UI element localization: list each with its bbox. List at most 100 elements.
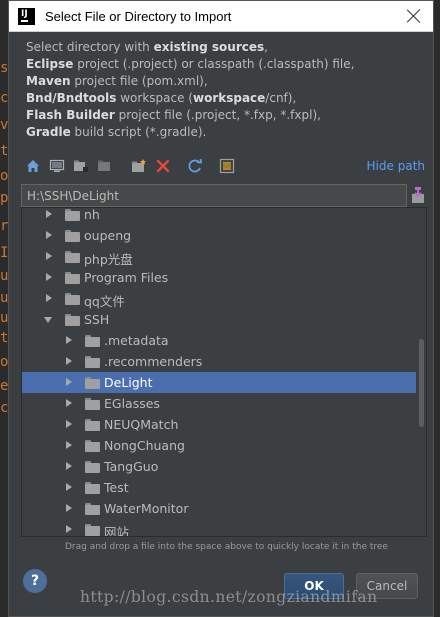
tree-row[interactable]: Program Files <box>22 267 416 288</box>
title-bar: IJ Select File or Directory to Import <box>9 1 433 32</box>
expand-arrow-icon[interactable] <box>66 357 72 365</box>
expand-arrow-icon[interactable] <box>66 336 72 344</box>
folder-body <box>85 484 100 494</box>
module-icon[interactable] <box>97 158 113 174</box>
tree-row-label: php光盘 <box>84 252 133 267</box>
tree-row[interactable]: NongChuang <box>22 435 416 456</box>
drag-drop-hint: Drag and drop a file into the space abov… <box>65 542 388 552</box>
tree-row-label: qq文件 <box>84 294 125 309</box>
folder-body <box>85 358 100 368</box>
folder-icon <box>85 377 100 389</box>
tree-row-label: Program Files <box>84 270 169 285</box>
folder-icon <box>65 293 80 305</box>
folder-icon <box>65 314 80 326</box>
file-chooser-toolbar: Hide path <box>21 156 427 178</box>
help-button[interactable]: ? <box>23 569 47 593</box>
intro-tail: , <box>264 40 268 54</box>
expand-arrow-icon[interactable] <box>66 378 72 386</box>
line-rest: workspace ( <box>116 91 193 105</box>
folder-body <box>65 211 80 221</box>
expand-arrow-icon[interactable] <box>66 441 72 449</box>
tree-row[interactable]: .recommenders <box>22 351 416 372</box>
project-icon[interactable] <box>73 158 89 174</box>
tree-row[interactable]: DeLight <box>22 372 416 393</box>
folder-icon <box>65 251 80 263</box>
tree-row[interactable]: oupeng <box>22 225 416 246</box>
folder-body <box>85 379 100 389</box>
expand-arrow-icon[interactable] <box>46 210 52 218</box>
folder-body <box>85 400 100 410</box>
tree-row[interactable]: EGlasses <box>22 393 416 414</box>
folder-icon <box>85 356 100 368</box>
expand-arrow-icon[interactable] <box>66 399 72 407</box>
expand-arrow-icon[interactable] <box>66 462 72 470</box>
tree-row-label: 网站 <box>104 525 130 537</box>
expand-arrow-icon[interactable] <box>46 231 52 239</box>
tree-row[interactable]: SSH <box>22 309 416 330</box>
folder-icon <box>85 419 100 431</box>
show-hidden-icon[interactable] <box>219 158 235 174</box>
folder-icon <box>85 398 100 410</box>
hide-path-link[interactable]: Hide path <box>367 159 425 173</box>
tree-scrollbar[interactable] <box>416 208 426 536</box>
tree-row-label: Test <box>104 480 129 495</box>
description-line-gradle: Gradle build script (*.gradle). <box>26 124 426 141</box>
tree-row[interactable]: nh <box>22 207 416 225</box>
tree-row-label: .metadata <box>104 333 169 348</box>
expand-arrow-icon[interactable] <box>66 504 72 512</box>
path-input[interactable] <box>22 185 406 207</box>
description-line-intro: Select directory with existing sources, <box>26 39 426 56</box>
folder-body <box>65 232 80 242</box>
import-dialog: IJ Select File or Directory to Import Se… <box>8 0 434 617</box>
expand-arrow-icon[interactable] <box>46 294 52 302</box>
path-field[interactable] <box>21 184 407 207</box>
tree-row[interactable]: TangGuo <box>22 456 416 477</box>
line-bold: Maven <box>26 74 71 88</box>
folder-icon <box>85 440 100 452</box>
folder-icon <box>85 461 100 473</box>
home-icon[interactable] <box>25 158 41 174</box>
tree-row-label: EGlasses <box>104 396 160 411</box>
expand-arrow-icon[interactable] <box>66 525 72 533</box>
folder-icon <box>85 482 100 494</box>
folder-body <box>65 274 80 284</box>
folder-icon <box>85 503 100 515</box>
folder-icon <box>65 272 80 284</box>
folder-body <box>85 421 100 431</box>
expand-arrow-icon[interactable] <box>46 252 52 260</box>
delete-icon[interactable] <box>155 158 171 174</box>
line-bold: Eclipse <box>26 57 74 71</box>
dialog-title: Select File or Directory to Import <box>45 8 232 24</box>
folder-icon <box>65 209 80 221</box>
new-folder-icon[interactable] <box>131 158 147 174</box>
tree-row[interactable]: WaterMonitor <box>22 498 416 519</box>
directory-tree[interactable]: nh oupeng php光盘 Program Files qq文件 SSH .metada… <box>21 207 427 537</box>
description-line-flash: Flash Builder project file (.project, *.… <box>26 107 426 124</box>
path-history-icon[interactable] <box>411 186 425 204</box>
intro-bold: existing sources <box>153 40 265 54</box>
tree-row[interactable]: NEUQMatch <box>22 414 416 435</box>
line-rest: project (.project) or classpath (.classp… <box>73 57 355 71</box>
tree-row-label: oupeng <box>84 228 132 243</box>
refresh-icon[interactable] <box>187 158 203 174</box>
expand-arrow-icon[interactable] <box>46 273 52 281</box>
line-bold: Bnd/Bndtools <box>26 91 117 105</box>
tree-row[interactable]: qq文件 <box>22 288 416 309</box>
tree-row[interactable]: Test <box>22 477 416 498</box>
desktop-icon[interactable] <box>49 158 65 174</box>
expand-arrow-icon[interactable] <box>66 483 72 491</box>
collapse-arrow-icon[interactable] <box>44 317 52 323</box>
tree-row-label: nh <box>84 207 100 222</box>
import-description: Select directory with existing sources, … <box>26 39 426 141</box>
tree-row-label: WaterMonitor <box>104 501 189 516</box>
tree-row-label: TangGuo <box>104 459 159 474</box>
tree-row[interactable]: 网站 <box>22 519 416 537</box>
watermark: http://blog.csdn.net/zongziandmifan <box>80 588 378 606</box>
close-button[interactable] <box>405 7 423 25</box>
folder-icon <box>85 524 100 536</box>
tree-scrollbar-thumb[interactable] <box>419 339 424 427</box>
tree-row[interactable]: .metadata <box>22 330 416 351</box>
expand-arrow-icon[interactable] <box>66 420 72 428</box>
folder-body <box>85 505 100 515</box>
tree-row[interactable]: php光盘 <box>22 246 416 267</box>
